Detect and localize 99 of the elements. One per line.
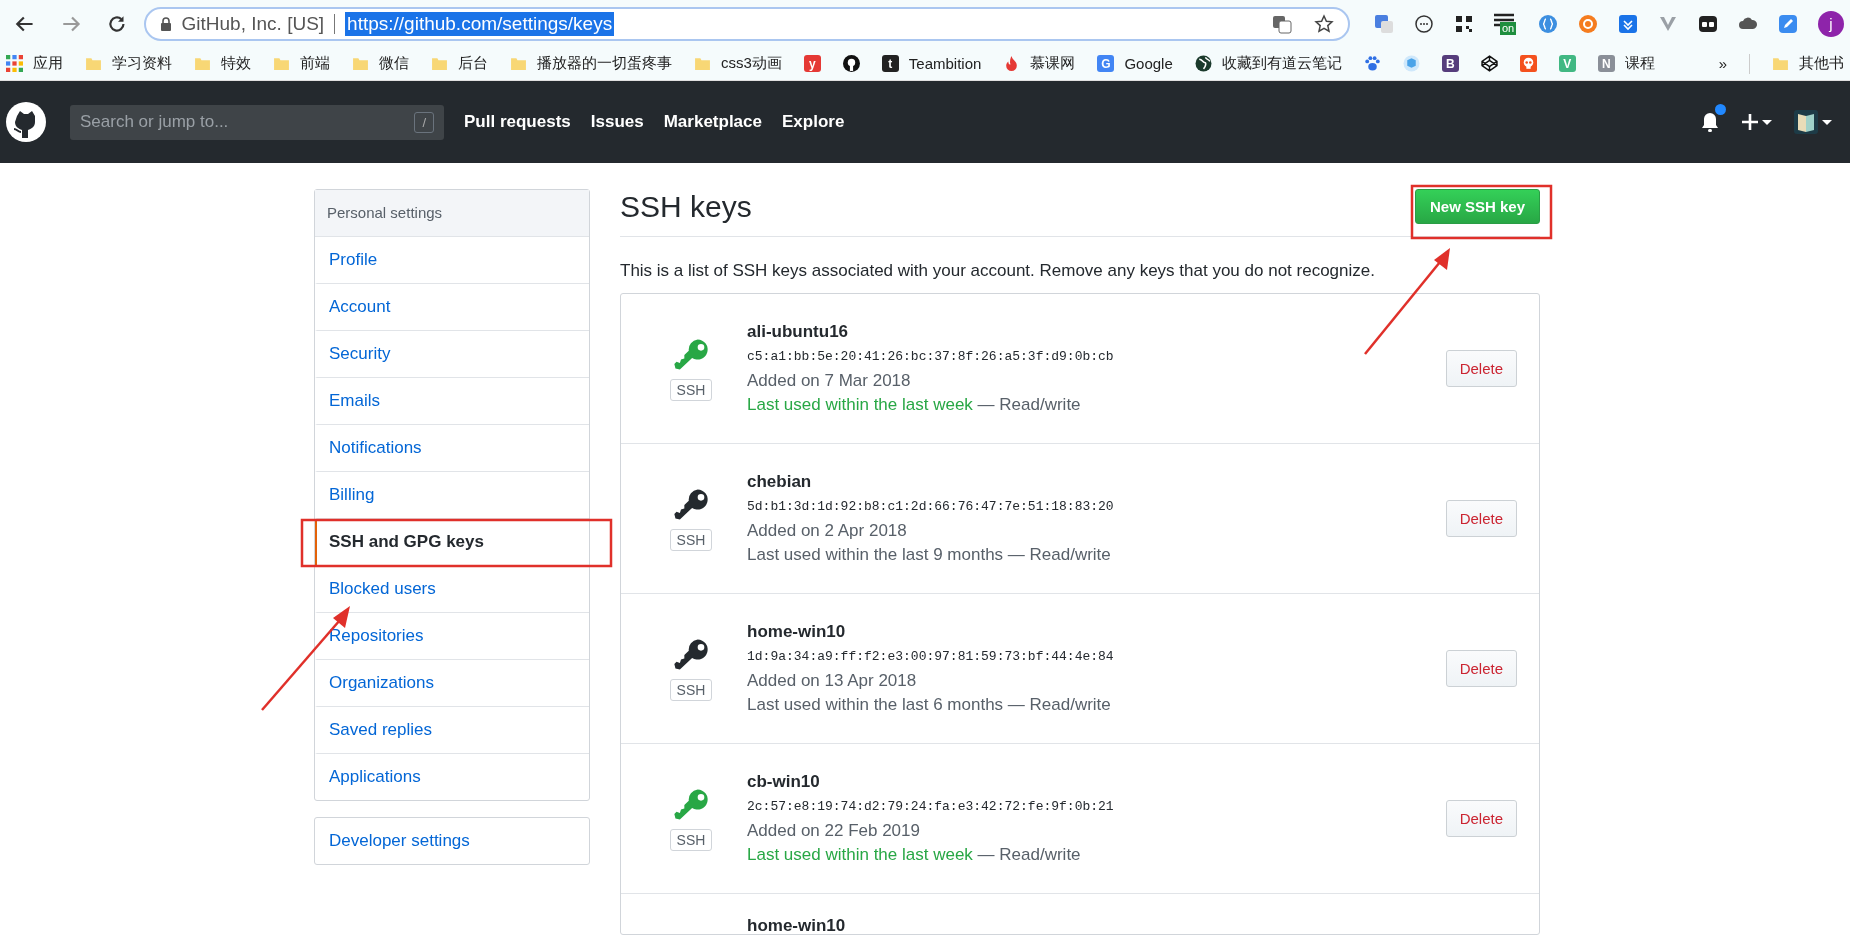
sidebar-item[interactable]: Organizations [315, 660, 589, 707]
key-name: chebian [747, 472, 813, 492]
folder-icon [273, 55, 290, 72]
access-text: — Read/write [1006, 695, 1111, 714]
apps-grid-icon [6, 55, 23, 72]
bookmark[interactable]: 特效 [194, 54, 251, 73]
download-icon[interactable] [1618, 13, 1638, 34]
sidebar-item[interactable]: Developer settings [315, 818, 589, 864]
delete-button[interactable]: Delete [1445, 650, 1517, 687]
bookmark[interactable]: 慕课网 [1003, 54, 1076, 73]
bookmarks-overflow[interactable]: » [1718, 55, 1727, 72]
letter-logo-icon[interactable]: B [1441, 55, 1459, 72]
delete-button[interactable]: Delete [1445, 800, 1517, 837]
key-name: ali-ubuntu16 [747, 322, 850, 342]
profile-avatar[interactable]: j [1818, 10, 1844, 37]
sidebar-item[interactable]: Notifications [315, 425, 589, 472]
access-text: — Read/write [976, 395, 1081, 414]
folder-icon [85, 55, 102, 72]
description-text: This is a list of SSH keys associated with your account. Remove any keys that you do not recognize. [620, 261, 1376, 281]
delete-button[interactable]: Delete [1445, 350, 1517, 387]
ring-icon[interactable] [1578, 13, 1598, 34]
delete-button[interactable]: Delete [1445, 500, 1517, 537]
key-name: home-win10 [747, 622, 847, 642]
star-icon[interactable] [1314, 13, 1334, 34]
key-name: cb-win10 [747, 772, 821, 792]
globe-icon [1194, 55, 1212, 72]
sidebar-item[interactable]: SSH and GPG keys [315, 519, 589, 566]
nav-link[interactable]: Explore [782, 112, 845, 132]
key-type-label: SSH [669, 828, 713, 851]
folder-icon [194, 55, 211, 72]
sidebar-item[interactable]: Emails [315, 378, 589, 425]
sidebar-item[interactable]: Billing [315, 472, 589, 519]
added-date: Added on 2 Apr 2018 [747, 521, 908, 541]
cat-logo-icon[interactable] [842, 55, 860, 72]
bookmark[interactable]: 应用 [6, 54, 63, 73]
folder-icon [352, 55, 369, 72]
bookmark[interactable]: t Teambition [881, 55, 982, 72]
bookmark[interactable]: 播放器的一切蛋疼事 [510, 54, 672, 73]
sidebar-item[interactable]: Profile [315, 237, 589, 284]
nav-link[interactable]: Marketplace [663, 112, 762, 132]
added-date: Added on 7 Mar 2018 [747, 371, 912, 391]
nav-link[interactable]: Pull requests [464, 112, 571, 132]
github-logo-icon[interactable] [6, 102, 46, 142]
address-bar[interactable]: GitHub, Inc. [US] https://github.com/settings/keys [143, 6, 1350, 41]
sidebar-item[interactable]: Applications [315, 754, 589, 800]
bookmark[interactable]: N 课程 [1597, 54, 1655, 73]
cube-icon[interactable] [1402, 55, 1420, 72]
glasses-icon[interactable] [1698, 13, 1718, 34]
key-fingerprint: 2c:57:e8:19:74:d2:79:24:fa:e3:42:72:fe:9f:0b:21 [747, 799, 1115, 814]
letter-logo-icon: t [881, 55, 899, 72]
bookmark[interactable]: css3动画 [694, 54, 782, 73]
bookmark[interactable]: 微信 [352, 54, 409, 73]
avatar-icon[interactable] [1794, 110, 1834, 134]
key-name: home-win10 [747, 916, 847, 936]
paw-icon[interactable] [1363, 55, 1381, 72]
page-title: SSH keys [620, 189, 752, 224]
folder-icon [1772, 55, 1789, 72]
lock-icon [159, 16, 172, 31]
access-text: — Read/write [1006, 545, 1111, 564]
letter-logo-icon[interactable]: y [803, 55, 821, 72]
pencil-icon[interactable] [1778, 13, 1798, 34]
letter-logo-icon: G [1097, 55, 1115, 72]
last-used-text: Last used within the last 9 months [747, 545, 1004, 564]
last-used-text: Last used within the last week [747, 845, 973, 864]
sidebar-item[interactable]: Account [315, 284, 589, 331]
sidebar-item[interactable]: Security [315, 331, 589, 378]
access-text: — Read/write [976, 845, 1081, 864]
bookmark[interactable]: 收藏到有道云笔记 [1194, 54, 1342, 73]
bookmark[interactable]: 其他书 [1772, 54, 1844, 73]
braces-icon[interactable] [1538, 13, 1558, 34]
added-date: Added on 22 Feb 2019 [747, 821, 921, 841]
key-type-label: SSH [669, 378, 713, 401]
url-text[interactable]: https://github.com/settings/keys [345, 11, 615, 36]
added-date: Added on 13 Apr 2018 [747, 671, 918, 691]
folder-icon [431, 55, 448, 72]
sidebar-item[interactable]: Saved replies [315, 707, 589, 754]
qr-code-icon[interactable] [1454, 13, 1474, 34]
key-fingerprint: 5d:b1:3d:1d:92:b8:c1:2d:66:76:47:7e:51:18:83:20 [747, 499, 1115, 514]
bookmark[interactable]: G Google [1097, 55, 1173, 72]
key-fingerprint: 1d:9a:34:a9:ff:f2:e3:00:97:81:59:73:bf:44:4e:84 [747, 649, 1115, 664]
key-type-label: SSH [669, 528, 713, 551]
letter-logo-icon: N [1597, 55, 1615, 72]
bookmark[interactable]: 学习资料 [85, 54, 172, 73]
last-used-text: Last used within the last 6 months [747, 695, 1004, 714]
bookmark[interactable]: 后台 [431, 54, 488, 73]
site-name: GitHub, Inc. [US] [181, 12, 325, 35]
key-fingerprint: c5:a1:bb:5e:20:41:26:bc:37:8f:26:a5:3f:d9:0b:cb [747, 349, 1115, 364]
sidebar-heading: Personal settings [315, 190, 589, 237]
cube-outline-icon[interactable] [1480, 55, 1498, 72]
folder-icon [510, 55, 527, 72]
shortcut-key: / [414, 111, 434, 133]
skull-icon[interactable] [1519, 55, 1537, 72]
key-type-label: SSH [669, 678, 713, 701]
folder-icon [694, 55, 711, 72]
last-used-text: Last used within the last week [747, 395, 973, 414]
plus-icon[interactable] [1740, 112, 1774, 132]
bookmark[interactable]: 前端 [273, 54, 330, 73]
bell-icon[interactable] [1700, 110, 1720, 134]
nav-link[interactable]: Issues [590, 112, 644, 132]
